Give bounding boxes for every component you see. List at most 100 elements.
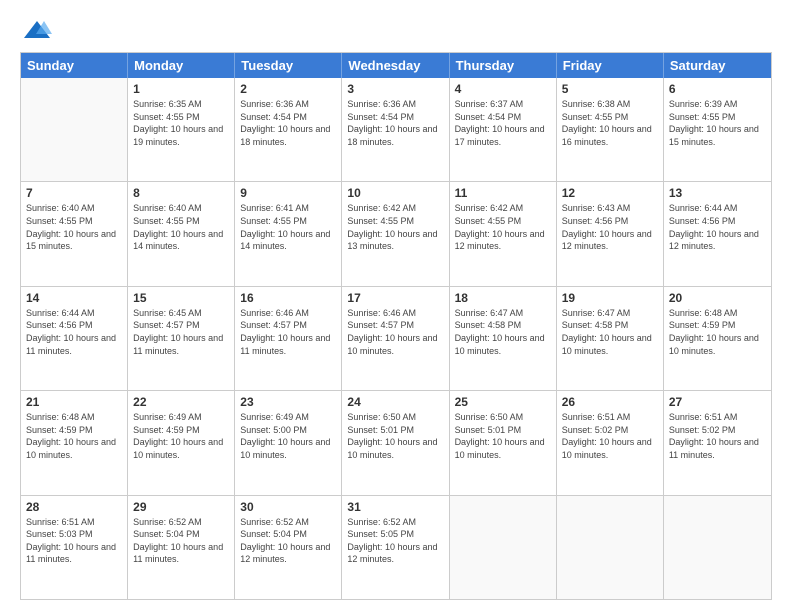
calendar-body: 1 Sunrise: 6:35 AMSunset: 4:55 PMDaylight… bbox=[21, 78, 771, 599]
cal-cell: 8 Sunrise: 6:40 AMSunset: 4:55 PMDaylight… bbox=[128, 182, 235, 285]
day-info: Sunrise: 6:38 AMSunset: 4:55 PMDaylight:… bbox=[562, 98, 658, 148]
day-info: Sunrise: 6:52 AMSunset: 5:05 PMDaylight:… bbox=[347, 516, 443, 566]
header bbox=[20, 16, 772, 42]
day-number: 21 bbox=[26, 395, 122, 409]
day-info: Sunrise: 6:40 AMSunset: 4:55 PMDaylight:… bbox=[133, 202, 229, 252]
day-info: Sunrise: 6:46 AMSunset: 4:57 PMDaylight:… bbox=[240, 307, 336, 357]
day-info: Sunrise: 6:39 AMSunset: 4:55 PMDaylight:… bbox=[669, 98, 766, 148]
cal-cell: 7 Sunrise: 6:40 AMSunset: 4:55 PMDaylight… bbox=[21, 182, 128, 285]
day-info: Sunrise: 6:40 AMSunset: 4:55 PMDaylight:… bbox=[26, 202, 122, 252]
cal-row: 7 Sunrise: 6:40 AMSunset: 4:55 PMDaylight… bbox=[21, 181, 771, 285]
cal-cell: 24 Sunrise: 6:50 AMSunset: 5:01 PMDayligh… bbox=[342, 391, 449, 494]
cal-header-cell: Friday bbox=[557, 53, 664, 78]
day-info: Sunrise: 6:52 AMSunset: 5:04 PMDaylight:… bbox=[133, 516, 229, 566]
day-number: 17 bbox=[347, 291, 443, 305]
day-info: Sunrise: 6:37 AMSunset: 4:54 PMDaylight:… bbox=[455, 98, 551, 148]
day-number: 16 bbox=[240, 291, 336, 305]
cal-cell: 19 Sunrise: 6:47 AMSunset: 4:58 PMDayligh… bbox=[557, 287, 664, 390]
cal-header-cell: Saturday bbox=[664, 53, 771, 78]
cal-cell: 26Sunrise: 6:51 AMSunset: 5:02 PMDayligh… bbox=[557, 391, 664, 494]
cal-cell: 5 Sunrise: 6:38 AMSunset: 4:55 PMDaylight… bbox=[557, 78, 664, 181]
cal-cell: 22Sunrise: 6:49 AMSunset: 4:59 PMDayligh… bbox=[128, 391, 235, 494]
cal-cell: 13Sunrise: 6:44 AMSunset: 4:56 PMDayligh… bbox=[664, 182, 771, 285]
day-info: Sunrise: 6:50 AMSunset: 5:01 PMDaylight:… bbox=[455, 411, 551, 461]
day-info: Sunrise: 6:51 AMSunset: 5:02 PMDaylight:… bbox=[562, 411, 658, 461]
cal-cell bbox=[450, 496, 557, 599]
cal-row: 28 Sunrise: 6:51 AMSunset: 5:03 PMDayligh… bbox=[21, 495, 771, 599]
cal-header-cell: Monday bbox=[128, 53, 235, 78]
day-number: 8 bbox=[133, 186, 229, 200]
day-number: 13 bbox=[669, 186, 766, 200]
day-number: 1 bbox=[133, 82, 229, 96]
cal-cell: 15Sunrise: 6:45 AMSunset: 4:57 PMDayligh… bbox=[128, 287, 235, 390]
logo-icon bbox=[22, 16, 52, 46]
day-info: Sunrise: 6:51 AMSunset: 5:03 PMDaylight:… bbox=[26, 516, 122, 566]
day-number: 14 bbox=[26, 291, 122, 305]
cal-cell: 18 Sunrise: 6:47 AMSunset: 4:58 PMDayligh… bbox=[450, 287, 557, 390]
day-number: 7 bbox=[26, 186, 122, 200]
day-number: 3 bbox=[347, 82, 443, 96]
cal-cell: 23 Sunrise: 6:49 AMSunset: 5:00 PMDayligh… bbox=[235, 391, 342, 494]
day-info: Sunrise: 6:43 AMSunset: 4:56 PMDaylight:… bbox=[562, 202, 658, 252]
day-number: 11 bbox=[455, 186, 551, 200]
cal-cell: 3Sunrise: 6:36 AMSunset: 4:54 PMDaylight… bbox=[342, 78, 449, 181]
day-number: 24 bbox=[347, 395, 443, 409]
cal-cell: 10Sunrise: 6:42 AMSunset: 4:55 PMDayligh… bbox=[342, 182, 449, 285]
cal-cell: 4 Sunrise: 6:37 AMSunset: 4:54 PMDaylight… bbox=[450, 78, 557, 181]
day-number: 31 bbox=[347, 500, 443, 514]
day-number: 12 bbox=[562, 186, 658, 200]
day-number: 5 bbox=[562, 82, 658, 96]
day-number: 23 bbox=[240, 395, 336, 409]
day-info: Sunrise: 6:48 AMSunset: 4:59 PMDaylight:… bbox=[26, 411, 122, 461]
cal-row: 1 Sunrise: 6:35 AMSunset: 4:55 PMDaylight… bbox=[21, 78, 771, 181]
cal-cell: 1 Sunrise: 6:35 AMSunset: 4:55 PMDaylight… bbox=[128, 78, 235, 181]
cal-cell: 30 Sunrise: 6:52 AMSunset: 5:04 PMDayligh… bbox=[235, 496, 342, 599]
day-info: Sunrise: 6:48 AMSunset: 4:59 PMDaylight:… bbox=[669, 307, 766, 357]
cal-header-cell: Wednesday bbox=[342, 53, 449, 78]
day-number: 19 bbox=[562, 291, 658, 305]
day-number: 18 bbox=[455, 291, 551, 305]
day-number: 28 bbox=[26, 500, 122, 514]
day-number: 4 bbox=[455, 82, 551, 96]
cal-cell: 14Sunrise: 6:44 AMSunset: 4:56 PMDayligh… bbox=[21, 287, 128, 390]
cal-cell: 21 Sunrise: 6:48 AMSunset: 4:59 PMDayligh… bbox=[21, 391, 128, 494]
day-number: 29 bbox=[133, 500, 229, 514]
cal-cell: 29 Sunrise: 6:52 AMSunset: 5:04 PMDayligh… bbox=[128, 496, 235, 599]
cal-cell: 31 Sunrise: 6:52 AMSunset: 5:05 PMDayligh… bbox=[342, 496, 449, 599]
day-number: 9 bbox=[240, 186, 336, 200]
day-number: 6 bbox=[669, 82, 766, 96]
day-info: Sunrise: 6:45 AMSunset: 4:57 PMDaylight:… bbox=[133, 307, 229, 357]
logo bbox=[20, 16, 52, 42]
cal-cell: 6 Sunrise: 6:39 AMSunset: 4:55 PMDaylight… bbox=[664, 78, 771, 181]
day-info: Sunrise: 6:47 AMSunset: 4:58 PMDaylight:… bbox=[455, 307, 551, 357]
cal-header-cell: Thursday bbox=[450, 53, 557, 78]
day-number: 30 bbox=[240, 500, 336, 514]
day-info: Sunrise: 6:47 AMSunset: 4:58 PMDaylight:… bbox=[562, 307, 658, 357]
day-number: 27 bbox=[669, 395, 766, 409]
cal-cell: 17Sunrise: 6:46 AMSunset: 4:57 PMDayligh… bbox=[342, 287, 449, 390]
cal-cell: 16 Sunrise: 6:46 AMSunset: 4:57 PMDayligh… bbox=[235, 287, 342, 390]
day-info: Sunrise: 6:51 AMSunset: 5:02 PMDaylight:… bbox=[669, 411, 766, 461]
cal-row: 14Sunrise: 6:44 AMSunset: 4:56 PMDayligh… bbox=[21, 286, 771, 390]
day-info: Sunrise: 6:50 AMSunset: 5:01 PMDaylight:… bbox=[347, 411, 443, 461]
cal-cell: 12 Sunrise: 6:43 AMSunset: 4:56 PMDayligh… bbox=[557, 182, 664, 285]
calendar: SundayMondayTuesdayWednesdayThursdayFrid… bbox=[20, 52, 772, 600]
page: SundayMondayTuesdayWednesdayThursdayFrid… bbox=[0, 0, 792, 612]
day-info: Sunrise: 6:36 AMSunset: 4:54 PMDaylight:… bbox=[240, 98, 336, 148]
day-info: Sunrise: 6:41 AMSunset: 4:55 PMDaylight:… bbox=[240, 202, 336, 252]
cal-cell bbox=[21, 78, 128, 181]
cal-cell bbox=[557, 496, 664, 599]
day-info: Sunrise: 6:42 AMSunset: 4:55 PMDaylight:… bbox=[455, 202, 551, 252]
day-info: Sunrise: 6:52 AMSunset: 5:04 PMDaylight:… bbox=[240, 516, 336, 566]
cal-cell bbox=[664, 496, 771, 599]
cal-cell: 25Sunrise: 6:50 AMSunset: 5:01 PMDayligh… bbox=[450, 391, 557, 494]
day-number: 10 bbox=[347, 186, 443, 200]
day-info: Sunrise: 6:49 AMSunset: 5:00 PMDaylight:… bbox=[240, 411, 336, 461]
day-number: 2 bbox=[240, 82, 336, 96]
cal-cell: 11 Sunrise: 6:42 AMSunset: 4:55 PMDayligh… bbox=[450, 182, 557, 285]
cal-header-cell: Sunday bbox=[21, 53, 128, 78]
cal-header-cell: Tuesday bbox=[235, 53, 342, 78]
day-info: Sunrise: 6:35 AMSunset: 4:55 PMDaylight:… bbox=[133, 98, 229, 148]
cal-cell: 2 Sunrise: 6:36 AMSunset: 4:54 PMDaylight… bbox=[235, 78, 342, 181]
day-number: 20 bbox=[669, 291, 766, 305]
